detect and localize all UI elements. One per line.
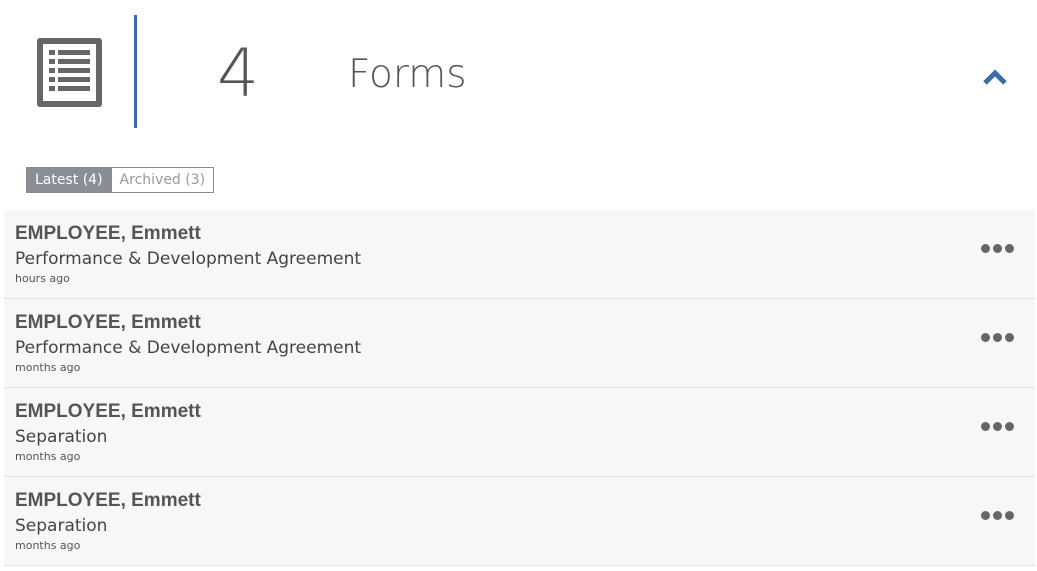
list-item[interactable]: EMPLOYEE, Emmett Separation months ago (4, 388, 1035, 477)
form-type: Performance & Development Agreement (15, 338, 362, 358)
list-item[interactable]: EMPLOYEE, Emmett Separation months ago (4, 477, 1035, 566)
tab-latest[interactable]: Latest (4) (27, 168, 111, 192)
employee-name: EMPLOYEE, Emmett (15, 312, 201, 333)
list-item[interactable]: EMPLOYEE, Emmett Performance & Developme… (4, 210, 1035, 299)
more-horizontal-icon[interactable] (981, 418, 1021, 434)
collapse-button[interactable] (980, 64, 1010, 90)
list-item[interactable]: EMPLOYEE, Emmett Performance & Developme… (4, 299, 1035, 388)
employee-name: EMPLOYEE, Emmett (15, 401, 201, 422)
forms-count: 4 (217, 35, 259, 112)
timestamp: months ago (15, 450, 81, 463)
timestamp: hours ago (15, 272, 70, 285)
chevron-up-icon (983, 69, 1007, 85)
timestamp: months ago (15, 539, 81, 552)
page-title: Forms (348, 52, 467, 97)
more-horizontal-icon[interactable] (981, 507, 1021, 523)
forms-list: EMPLOYEE, Emmett Performance & Developme… (4, 210, 1035, 566)
more-horizontal-icon[interactable] (981, 240, 1021, 256)
form-type: Separation (15, 516, 108, 536)
forms-panel: 4 Forms Latest (4) Archived (3) EMPLOYEE… (0, 0, 1037, 571)
timestamp: months ago (15, 361, 81, 374)
form-type: Performance & Development Agreement (15, 249, 362, 269)
header-divider (134, 15, 137, 128)
tab-archived[interactable]: Archived (3) (110, 168, 214, 192)
form-list-icon (37, 38, 102, 107)
employee-name: EMPLOYEE, Emmett (15, 490, 201, 511)
form-type: Separation (15, 427, 108, 447)
employee-name: EMPLOYEE, Emmett (15, 223, 201, 244)
more-horizontal-icon[interactable] (981, 329, 1021, 345)
forms-header: 4 Forms (0, 0, 1037, 150)
form-tabs: Latest (4) Archived (3) (26, 167, 215, 193)
